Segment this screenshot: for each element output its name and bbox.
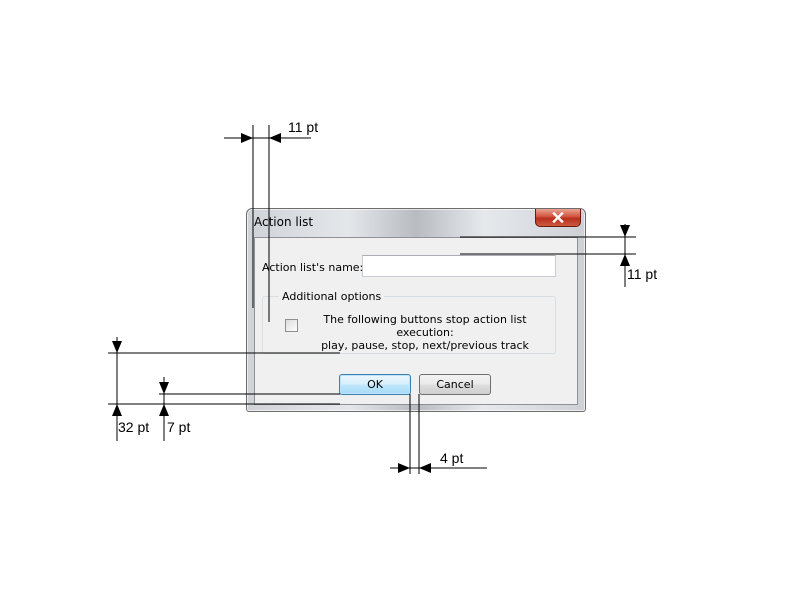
dim-label-left-margin: 11 pt — [288, 119, 319, 135]
ok-button[interactable]: OK — [339, 374, 411, 395]
spacing-arrowhead-2 — [419, 463, 431, 473]
left-dim-arrowhead-2 — [269, 133, 281, 143]
dim-label-32pt: 32 pt — [118, 419, 150, 435]
dim-7-arrowhead-1 — [159, 382, 169, 394]
left-dim-arrowhead-1 — [241, 133, 253, 143]
dim-label-top-margin: 11 pt — [627, 266, 658, 282]
group-title: Additional options — [279, 290, 385, 303]
top-dim-arrowhead-2 — [620, 254, 630, 266]
dim-label-7pt: 7 pt — [167, 419, 191, 435]
dim-7-arrowhead-2 — [159, 404, 169, 416]
dialog-title: Action list — [254, 215, 314, 229]
name-label: Action list's name: — [262, 261, 364, 274]
dim-32-arrowhead-2 — [112, 404, 122, 416]
spacing-arrowhead-1 — [398, 463, 410, 473]
dim-32-arrowhead-1 — [112, 341, 122, 353]
name-input[interactable] — [362, 255, 556, 277]
dialog-window: Action list Action list's name: Addition… — [246, 208, 586, 412]
cancel-button[interactable]: Cancel — [419, 374, 491, 395]
checkbox-label: The following buttons stop action list e… — [305, 313, 545, 352]
close-button[interactable] — [535, 209, 581, 227]
checkbox-label-line-2: play, pause, stop, next/previous track — [321, 339, 529, 352]
dim-label-4pt: 4 pt — [440, 450, 464, 466]
stop-execution-checkbox[interactable] — [285, 319, 298, 332]
close-icon — [552, 212, 564, 223]
top-dim-arrowhead-1 — [620, 225, 630, 237]
checkbox-label-line-1: The following buttons stop action list e… — [323, 313, 527, 339]
